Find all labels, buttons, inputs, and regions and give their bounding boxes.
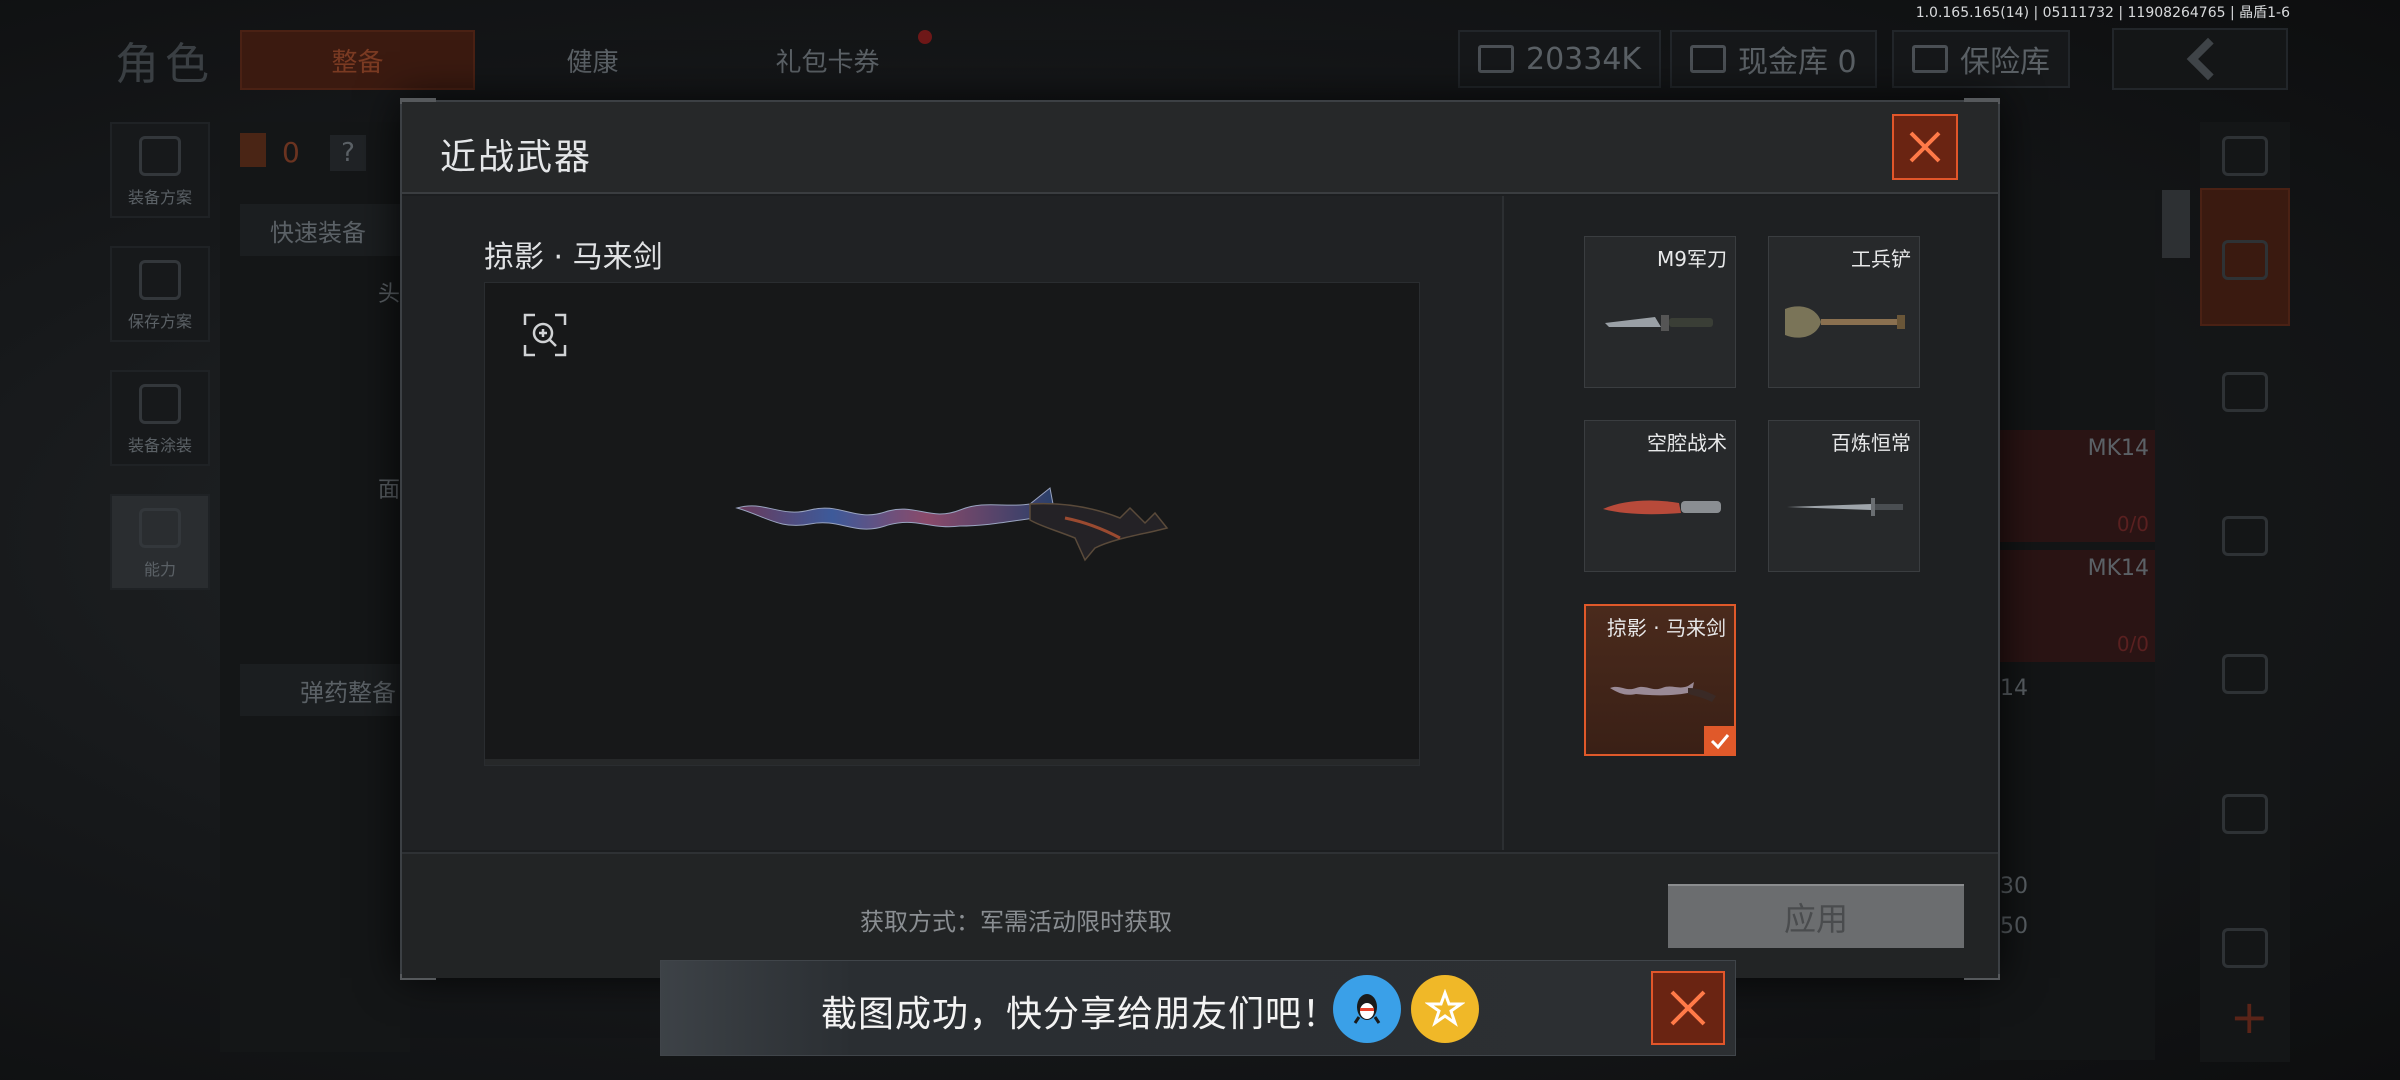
attachment-icon bbox=[2222, 928, 2268, 968]
kris-sword-image bbox=[735, 487, 1169, 562]
vault-icon bbox=[1690, 45, 1726, 73]
inventory-number: 50 bbox=[2000, 914, 2028, 939]
cash-icon bbox=[1478, 45, 1514, 73]
download-icon bbox=[139, 260, 181, 300]
weapon-card-shovel[interactable]: 工兵铲 bbox=[1768, 236, 1920, 388]
equip-plan-button: 装备方案 bbox=[110, 122, 210, 218]
kris-sword-icon bbox=[1610, 682, 1716, 702]
left-menu: 装备方案 保存方案 装备涂装 能力 bbox=[110, 122, 210, 618]
selected-weapon-name: 掠影 · 马来剑 bbox=[484, 240, 663, 275]
lightning-icon bbox=[139, 508, 181, 548]
close-icon bbox=[1670, 990, 1706, 1026]
tab-gift-coupons: 礼包卡券 bbox=[775, 47, 880, 78]
melee-weapon-dialog: 近战武器 掠影 · 马来剑 M9军刀 工兵铲 空腔战术 百炼恒常 掠影 · 马来… bbox=[400, 98, 2000, 980]
tactical-knife-icon bbox=[1603, 500, 1721, 515]
bullet-icon bbox=[2222, 794, 2268, 834]
top-tabs: 整备 健康 礼包卡券 bbox=[240, 30, 945, 90]
help-icon: ? bbox=[330, 135, 366, 171]
weapon-card-hollow-tactical[interactable]: 空腔战术 bbox=[1584, 420, 1736, 572]
screenshot-share-bar: 截图成功，快分享给朋友们吧！ bbox=[660, 960, 1736, 1056]
backpack-icon bbox=[240, 133, 266, 167]
version-info: 1.0.165.165(14) | 05111732 | 11908264765… bbox=[1915, 5, 2290, 21]
currency-display: 20334K bbox=[1458, 30, 1662, 88]
tab-prepare: 整备 bbox=[240, 30, 475, 90]
weapon-card-kris-sword[interactable]: 掠影 · 马来剑 bbox=[1584, 604, 1736, 756]
helmet-icon bbox=[139, 384, 181, 424]
cube-icon bbox=[2222, 240, 2268, 280]
qzone-icon bbox=[1425, 989, 1465, 1027]
check-icon bbox=[1710, 734, 1730, 750]
weapon-preview bbox=[484, 282, 1420, 766]
qq-icon bbox=[1353, 994, 1381, 1024]
share-message: 截图成功，快分享给朋友们吧！ bbox=[821, 994, 1340, 1035]
qzone-share-button[interactable] bbox=[1411, 975, 1479, 1043]
inventory-item: MK14 0/0 bbox=[1995, 550, 2155, 662]
scrollbar bbox=[2162, 190, 2190, 258]
slot-label-face: 面 bbox=[378, 478, 401, 503]
back-button bbox=[2112, 28, 2288, 90]
share-close-button[interactable] bbox=[1651, 971, 1725, 1045]
close-icon bbox=[1909, 131, 1941, 163]
vest-icon bbox=[139, 136, 181, 176]
weapon-card-m9[interactable]: M9军刀 bbox=[1584, 236, 1736, 388]
item-count: 0 bbox=[282, 136, 300, 169]
ammo-equip-button: 弹药整备 bbox=[240, 664, 410, 716]
inventory-number: 30 bbox=[2000, 874, 2028, 899]
shovel-icon bbox=[1785, 306, 1905, 338]
quick-equip-button: 快速装备 bbox=[240, 204, 410, 256]
slot-label-head: 头 bbox=[378, 282, 401, 307]
selected-checkmark bbox=[1704, 726, 1736, 756]
page-title: 角色 bbox=[115, 39, 215, 90]
safe-icon bbox=[1912, 45, 1948, 73]
inventory-item: MK14 0/0 bbox=[1995, 430, 2155, 542]
notification-dot bbox=[918, 30, 932, 44]
weapon-card-tempered-eternal[interactable]: 百炼恒常 bbox=[1768, 420, 1920, 572]
equip-skin-button: 装备涂装 bbox=[110, 370, 210, 466]
safe-vault-button: 保险库 bbox=[1892, 30, 2070, 88]
zoom-button[interactable] bbox=[523, 313, 567, 357]
tab-health: 健康 bbox=[566, 47, 619, 78]
acquire-method: 获取方式：军需活动限时获取 bbox=[860, 908, 1172, 936]
chevron-left-icon bbox=[2186, 37, 2230, 81]
cash-vault-button: 现金库 0 bbox=[1670, 30, 1877, 88]
weapon-grid bbox=[1502, 196, 1998, 850]
rifle-icon bbox=[2222, 516, 2268, 556]
plus-icon: + bbox=[2230, 990, 2269, 1044]
loadout-panel bbox=[220, 122, 410, 1052]
save-plan-button: 保存方案 bbox=[110, 246, 210, 342]
sword-icon bbox=[1787, 498, 1903, 516]
stack-icon bbox=[2222, 136, 2268, 176]
qq-share-button[interactable] bbox=[1333, 975, 1401, 1043]
inventory-number: 14 bbox=[2000, 676, 2028, 701]
close-button[interactable] bbox=[1892, 114, 1958, 180]
knife-icon bbox=[1605, 315, 1713, 331]
preview-footer-bar bbox=[485, 759, 1419, 765]
zoom-icon bbox=[523, 313, 567, 357]
dialog-header: 近战武器 bbox=[402, 102, 1998, 194]
helmet-icon bbox=[2222, 372, 2268, 412]
magazine-icon bbox=[2222, 654, 2268, 694]
apply-button[interactable]: 应用 bbox=[1668, 884, 1964, 948]
dialog-title: 近战武器 bbox=[440, 137, 593, 178]
ability-button: 能力 bbox=[110, 494, 210, 590]
